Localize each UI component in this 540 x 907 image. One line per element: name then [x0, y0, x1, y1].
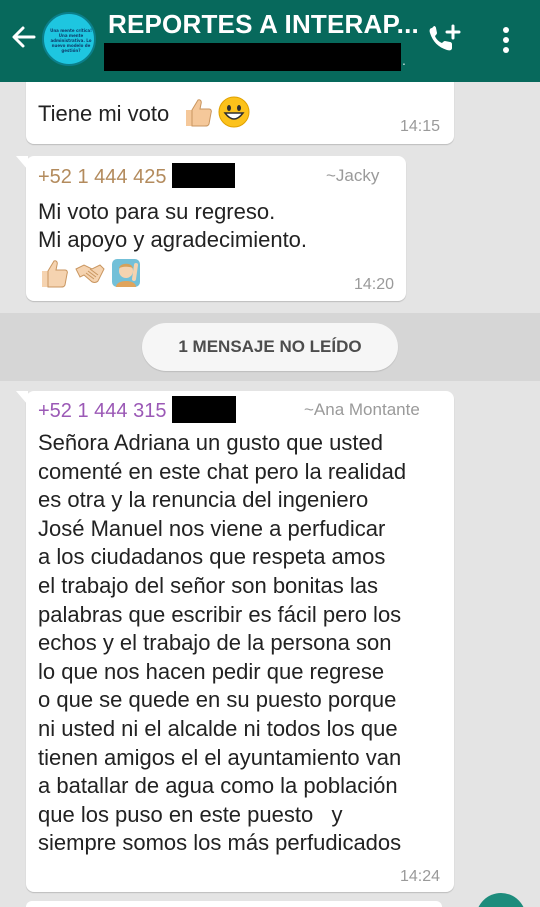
unread-divider: 1 MENSAJE NO LEÍDO — [0, 313, 540, 381]
next-bubble-edge — [26, 901, 442, 907]
redacted-participants — [104, 43, 401, 71]
scroll-down-button[interactable] — [476, 893, 526, 907]
message-line: el trabajo del señor son bonitas las — [38, 573, 378, 598]
redacted-number — [172, 163, 235, 188]
message-line: que los puso en este puesto y — [38, 801, 343, 827]
message-time: 14:15 — [400, 118, 441, 135]
unread-messages-label: 1 MENSAJE NO LEÍDO — [142, 323, 398, 371]
message-line: a batallar de agua como la población — [38, 773, 398, 799]
message-line: es otra y la renuncia del ingeniero — [38, 487, 369, 513]
chat-header: Una mente crítica! Una mente administrat… — [0, 0, 540, 82]
group-avatar[interactable]: Una mente crítica! Una mente administrat… — [42, 12, 96, 66]
add-call-icon[interactable] — [424, 22, 464, 58]
message-time: 14:20 — [354, 276, 395, 293]
subtitle-dot: . — [402, 52, 406, 68]
message-time: 14:24 — [400, 868, 441, 885]
sender-number[interactable]: +52 1 444 425 — [38, 166, 166, 189]
message-line: comenté en este chat pero la realidad — [38, 458, 407, 484]
message-line: siempre somos los más perfudicados — [38, 830, 402, 856]
handshake-emoji — [75, 264, 105, 283]
thumbs-up-emoji — [42, 260, 68, 288]
avatar-caption: Una mente crítica! Una mente administrat… — [50, 28, 92, 53]
sender-name: ~Ana Montante — [304, 400, 420, 419]
message-bubble[interactable]: +52 1 444 425 ~Jacky Mi voto para su reg… — [16, 156, 406, 301]
message-line: ni usted ni el alcalde ni todos los que — [38, 716, 398, 741]
message-line: palabras que escribir es fácil pero los — [38, 601, 402, 627]
person-raising-hand-emoji — [112, 259, 140, 287]
message-line: Señora Adriana un gusto que usted — [38, 430, 383, 455]
message-line: echos y el trabajo de la persona son — [38, 630, 392, 656]
message-line: José Manuel nos viene a perfudicar — [38, 515, 386, 541]
more-options-icon[interactable] — [496, 22, 516, 58]
sender-number[interactable]: +52 1 444 315 — [38, 400, 166, 423]
sender-name: ~Jacky — [326, 166, 380, 185]
message-line: lo que nos hacen pedir que regrese — [38, 658, 385, 684]
redacted-number — [172, 396, 236, 423]
message-line: tienen amigos el el ayuntamiento van — [38, 744, 402, 770]
message-line: Mi voto para su regreso. — [38, 199, 276, 224]
message-line: Mi apoyo y agradecimiento. — [38, 227, 308, 252]
back-arrow-icon[interactable] — [8, 22, 38, 52]
thumbs-up-emoji — [186, 99, 212, 127]
chat-title[interactable]: REPORTES A INTERAP... — [108, 9, 419, 40]
message-body: Señora Adriana un gusto que usted comenté… — [38, 429, 448, 859]
message-line: a los ciudadanos que respeta amos — [38, 544, 386, 570]
message-text: Tiene mi voto — [38, 101, 170, 126]
grinning-face-emoji — [218, 96, 250, 128]
message-line: o que se quede en su puesto porque — [38, 687, 397, 713]
message-bubble[interactable]: +52 1 444 315 ~Ana Montante Señora Adria… — [16, 391, 454, 892]
